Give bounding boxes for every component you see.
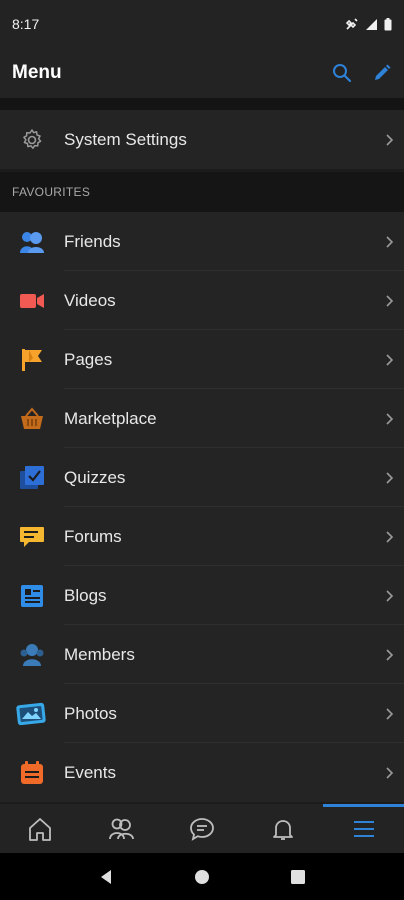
menu-item-marketplace[interactable]: Marketplace [0, 389, 404, 448]
page-title: Menu [12, 62, 62, 83]
system-settings-row[interactable]: System Settings [0, 110, 404, 169]
nav-chat[interactable] [162, 804, 243, 853]
menu-item-label: Members [64, 644, 135, 664]
chevron-right-icon [386, 353, 394, 366]
signal-icon [366, 18, 377, 30]
friends-icon [20, 231, 44, 253]
flag-icon [22, 348, 42, 371]
system-settings-label: System Settings [64, 129, 187, 149]
battery-icon [384, 17, 392, 30]
chevron-right-icon [386, 133, 394, 146]
friends-icon [109, 818, 135, 839]
nav-notifications[interactable] [242, 804, 323, 853]
quiz-icon [20, 465, 44, 489]
satellite-icon [345, 18, 358, 30]
menu-item-label: Friends [64, 231, 121, 251]
menu-item-label: Photos [64, 703, 117, 723]
search-icon[interactable] [332, 63, 352, 83]
section-header-favourites: FAVOURITES [0, 172, 404, 212]
menu-item-label: Videos [64, 290, 116, 310]
status-icons [345, 17, 392, 31]
nav-home[interactable] [0, 804, 81, 853]
nav-menu[interactable] [323, 804, 404, 853]
chevron-right-icon [386, 412, 394, 425]
forum-icon [20, 526, 44, 547]
section-title: FAVOURITES [12, 185, 91, 199]
menu-item-blogs[interactable]: Blogs [0, 566, 404, 625]
home-icon [29, 817, 52, 841]
gear-icon [23, 128, 42, 149]
system-navigation-bar [0, 853, 404, 900]
menu-item-label: Marketplace [64, 408, 157, 428]
chevron-right-icon [386, 235, 394, 248]
menu-item-label: Pages [64, 349, 113, 369]
photos-icon [16, 702, 46, 725]
menu-item-forums[interactable]: Forums [0, 507, 404, 566]
members-icon [20, 643, 44, 666]
menu-item-label: Quizzes [64, 467, 126, 487]
app-header: Menu [0, 48, 404, 98]
menu-item-label: Forums [64, 526, 122, 546]
menu-item-members[interactable]: Members [0, 625, 404, 684]
menu-item-friends[interactable]: Friends [0, 212, 404, 271]
menu-item-photos[interactable]: Photos [0, 684, 404, 743]
events-icon [21, 760, 43, 784]
chevron-right-icon [386, 707, 394, 720]
chevron-right-icon [386, 648, 394, 661]
chat-icon [190, 817, 214, 841]
menu-item-label: Blogs [64, 585, 107, 605]
favourites-list: Friends Videos Pages Marketplace Quizzes… [0, 212, 404, 802]
menu-item-quizzes[interactable]: Quizzes [0, 448, 404, 507]
status-bar: 8:17 [0, 0, 404, 48]
blog-icon [21, 584, 43, 607]
menu-item-pages[interactable]: Pages [0, 330, 404, 389]
back-icon[interactable] [98, 869, 114, 885]
home-circle-icon[interactable] [194, 869, 210, 885]
header-separator [0, 98, 404, 110]
nav-friends[interactable] [81, 804, 162, 853]
bell-icon [272, 819, 293, 840]
chevron-right-icon [386, 530, 394, 543]
chevron-right-icon [386, 589, 394, 602]
status-time: 8:17 [12, 16, 40, 32]
menu-item-videos[interactable]: Videos [0, 271, 404, 330]
edit-icon[interactable] [372, 63, 392, 83]
video-icon [20, 293, 44, 308]
menu-icon [353, 820, 374, 837]
chevron-right-icon [386, 471, 394, 484]
basket-icon [21, 406, 43, 429]
menu-item-events[interactable]: Events [0, 743, 404, 802]
bottom-nav [0, 804, 404, 853]
chevron-right-icon [386, 294, 394, 307]
chevron-right-icon [386, 766, 394, 779]
menu-item-label: Events [64, 762, 116, 782]
recents-icon[interactable] [290, 869, 306, 885]
